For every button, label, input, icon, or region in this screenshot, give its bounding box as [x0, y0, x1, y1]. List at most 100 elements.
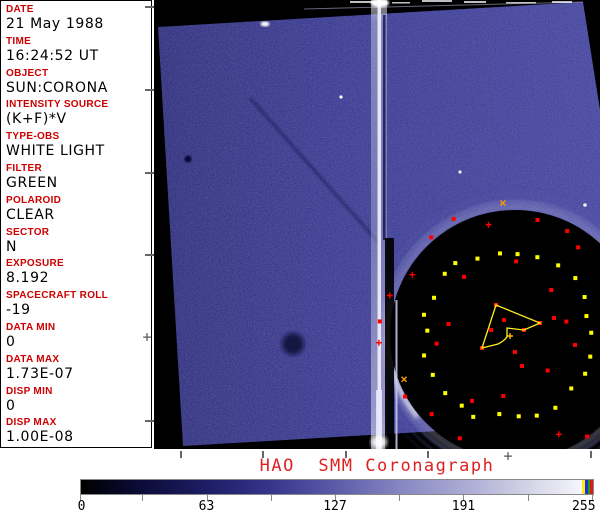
metadata-field: INTENSITY SOURCE (K+F)*V	[1, 96, 151, 128]
fiducial-dot	[515, 252, 520, 257]
image-canvas	[154, 0, 600, 449]
fiducial-dot	[569, 386, 574, 391]
metadata-field: DATA MAX 1.73E-07	[1, 351, 151, 383]
plate-defect-spot	[184, 155, 192, 163]
field-value: 0	[6, 333, 16, 350]
field-label: OBJECT	[6, 67, 49, 79]
field-label: SPACECRAFT ROLL	[6, 290, 109, 302]
fiducial-dot	[573, 276, 578, 281]
fiducial-dot	[471, 414, 476, 419]
metadata-field: DATE 21 May 1988	[1, 1, 151, 33]
fiducial-dot	[502, 318, 506, 322]
field-value: WHITE LIGHT	[6, 143, 105, 160]
fiducial-dot	[434, 341, 439, 346]
intensity-colorbar	[80, 479, 594, 495]
fiducial-dot	[588, 354, 593, 359]
fiducial-dot	[442, 271, 447, 276]
fiducial-dot	[589, 330, 594, 335]
left-edge-tick	[145, 420, 154, 422]
pylon-shadow	[385, 238, 394, 449]
fiducial-dot	[535, 255, 540, 260]
field-label: POLAROID	[6, 194, 62, 206]
fiducial-dot	[520, 364, 524, 368]
fiducial-dot	[549, 288, 554, 293]
field-label: DISP MAX	[6, 417, 57, 429]
colorbar-tick	[527, 495, 529, 501]
fiducial-dot	[443, 391, 448, 396]
fiducial-dot	[422, 353, 427, 358]
metadata-field: TIME 16:24:52 UT	[1, 33, 151, 65]
colorbar-tick	[142, 495, 144, 501]
field-label: TYPE-OBS	[6, 131, 60, 143]
field-label: TIME	[6, 35, 32, 47]
fiducial-dot	[585, 434, 590, 439]
metadata-field: POLAROID CLEAR	[1, 192, 151, 224]
fiducial-dot	[446, 321, 451, 326]
metadata-field: EXPOSURE 8.192	[1, 255, 151, 287]
colorbar-tick-label: 63	[198, 499, 215, 512]
field-label: DATA MAX	[6, 353, 60, 365]
field-value: 1.73E-07	[6, 365, 74, 382]
field-value: 0	[6, 397, 16, 414]
fiducial-dot	[582, 295, 587, 300]
metadata-field: SPACECRAFT ROLL -19	[1, 287, 151, 319]
fiducial-dot	[516, 414, 521, 419]
coronagraph-viewer: DATE 21 May 1988 TIME 16:24:52 UT OBJECT SUN:…	[0, 0, 600, 512]
fiducial-dot	[497, 251, 502, 256]
fiducial-dot	[425, 328, 430, 333]
fiducial-dot	[535, 217, 540, 222]
fiducial-dot	[377, 319, 382, 324]
colorbar-tick-label: 127	[323, 499, 347, 512]
fiducial-dot	[453, 261, 458, 266]
plate-defect-blob	[282, 333, 304, 355]
coronagraph-image	[154, 0, 600, 449]
field-label: SECTOR	[6, 226, 50, 238]
fiducial-dot	[429, 412, 434, 417]
fiducial-dot	[565, 228, 570, 233]
fiducial-dot	[475, 256, 480, 261]
field-value: N	[6, 238, 18, 255]
metadata-field: DISP MAX 1.00E-08	[1, 414, 151, 446]
field-value: 21 May 1988	[6, 16, 104, 32]
fiducial-dot	[402, 394, 407, 399]
fiducial-dot	[451, 216, 456, 221]
fiducial-dot	[553, 405, 558, 410]
field-label: DISP MIN	[6, 385, 53, 397]
metadata-field: OBJECT SUN:CORONA	[1, 65, 151, 97]
left-edge-tick	[145, 6, 154, 8]
colorbar-tick	[399, 495, 401, 501]
fiducial-dot	[497, 412, 502, 417]
left-edge-tick	[145, 172, 154, 174]
colorbar-tick	[270, 495, 272, 501]
fiducial-dot	[457, 436, 462, 441]
field-value: 16:24:52 UT	[6, 47, 99, 64]
metadata-field: TYPE-OBS WHITE LIGHT	[1, 128, 151, 160]
fiducial-dot	[421, 312, 426, 317]
field-label: DATE	[6, 4, 34, 15]
fiducial-dot	[552, 316, 556, 320]
metadata-field: FILTER GREEN	[1, 160, 151, 192]
fiducial-dot	[534, 413, 539, 418]
field-label: DATA MIN	[6, 321, 56, 333]
colorbar-end-stripe	[590, 480, 593, 494]
fiducial-dot	[573, 343, 577, 347]
fiducial-dot	[429, 235, 434, 240]
fiducial-dot	[514, 259, 519, 264]
field-value: GREEN	[6, 174, 58, 191]
field-label: FILTER	[6, 162, 43, 174]
fiducial-dot	[432, 295, 437, 300]
colorbar-tick-label: 191	[451, 499, 476, 512]
fiducial-dot	[459, 403, 464, 408]
metadata-fields: DATE 21 May 1988 TIME 16:24:52 UT OBJECT SUN:…	[1, 1, 151, 446]
fiducial-dot	[556, 263, 561, 268]
fiducial-dot	[489, 328, 493, 332]
field-value: 1.00E-08	[6, 429, 74, 446]
field-value: CLEAR	[6, 206, 55, 223]
field-value: 8.192	[6, 270, 50, 287]
colorbar-tick-label: 255	[572, 499, 596, 512]
fiducial-dot	[576, 245, 581, 250]
metadata-panel: DATE 21 May 1988 TIME 16:24:52 UT OBJECT SUN:…	[0, 0, 152, 448]
left-edge-plus-mark: +	[142, 328, 152, 346]
left-edge-tick	[145, 89, 154, 91]
fiducial-dot	[564, 319, 569, 324]
